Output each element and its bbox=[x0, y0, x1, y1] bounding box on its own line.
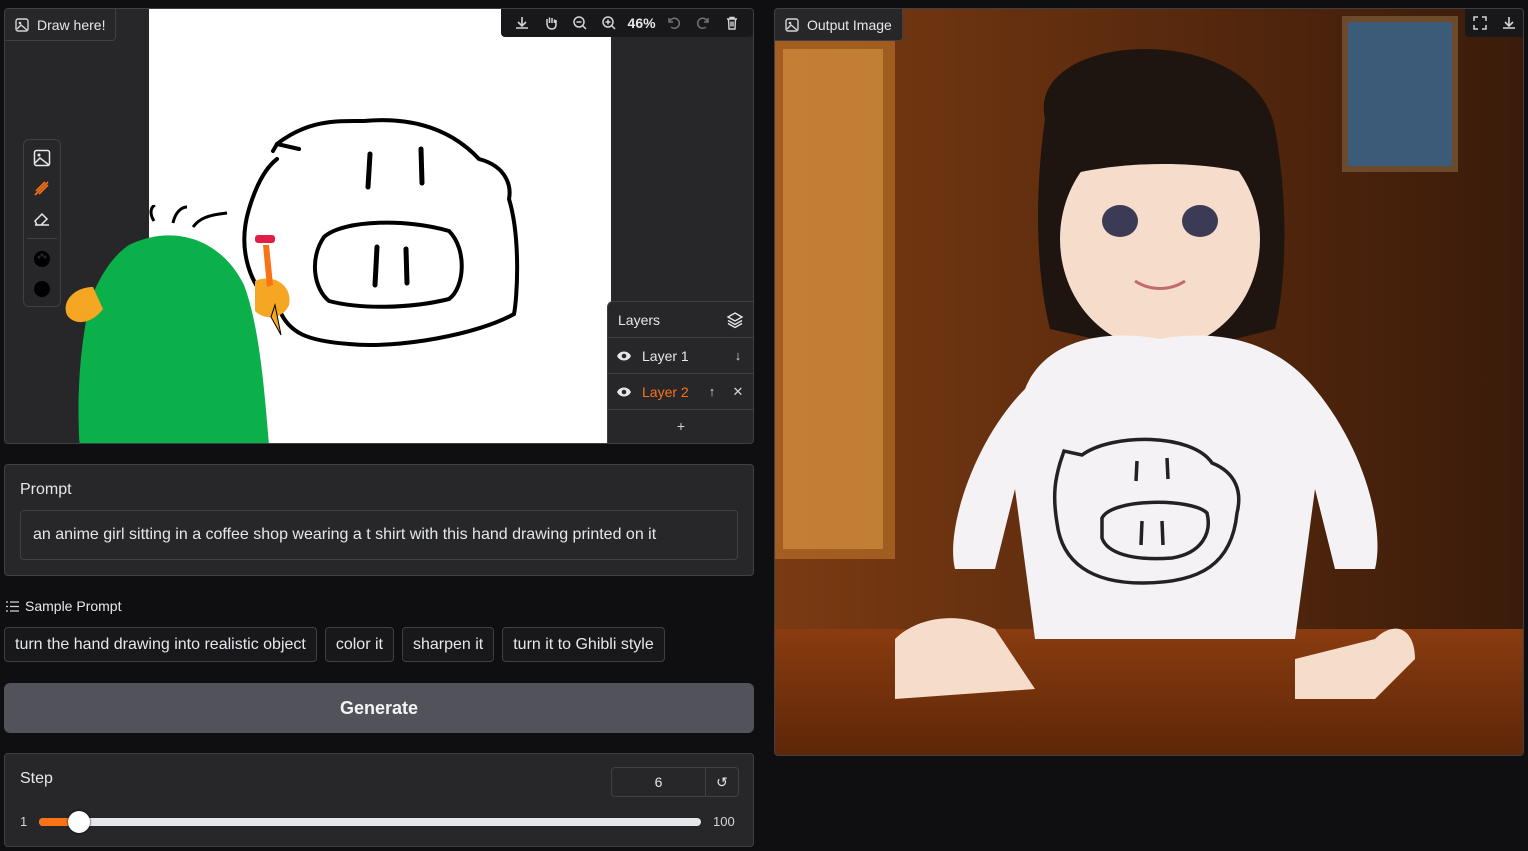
sketch-panel: Draw here! 46% Layers Layer 1 ↓ Layer 2 … bbox=[4, 8, 754, 444]
image-icon bbox=[15, 17, 29, 32]
prompt-text: an anime girl sitting in a coffee shop w… bbox=[33, 526, 657, 543]
sample-prompt-button[interactable]: color it bbox=[324, 627, 394, 662]
canvas-toolbar: 46% bbox=[501, 9, 753, 37]
sample-prompt-title: Sample Prompt bbox=[25, 598, 122, 614]
tool-divider bbox=[27, 238, 57, 239]
close-icon[interactable]: ✕ bbox=[730, 384, 746, 400]
layer-name: Layer 2 bbox=[642, 383, 689, 400]
zoom-out-icon[interactable] bbox=[569, 12, 591, 34]
output-label: Output Image bbox=[775, 9, 903, 41]
sample-prompt-button[interactable]: sharpen it bbox=[401, 627, 495, 662]
list-icon bbox=[6, 600, 19, 612]
step-number-input[interactable]: 6 ↺ bbox=[611, 767, 739, 797]
brush-size-icon[interactable] bbox=[29, 277, 55, 301]
add-layer-button[interactable]: + bbox=[608, 410, 753, 442]
layers-panel: Layers Layer 1 ↓ Layer 2 ↑ ✕ + bbox=[607, 301, 753, 443]
move-down-icon[interactable]: ↓ bbox=[730, 348, 746, 363]
sketch-label-text: Draw here! bbox=[37, 16, 106, 33]
sample-prompt-list: turn the hand drawing into realistic obj… bbox=[4, 627, 665, 662]
layers-title: Layers bbox=[618, 311, 661, 328]
step-slider-thumb[interactable] bbox=[68, 811, 90, 833]
step-panel: Step 6 ↺ 1 100 bbox=[4, 753, 754, 847]
eraser-tool-icon[interactable] bbox=[29, 206, 55, 230]
sketch-label: Draw here! bbox=[5, 9, 117, 41]
layers-header[interactable]: Layers bbox=[608, 302, 753, 338]
fullscreen-icon[interactable] bbox=[1469, 12, 1491, 34]
sample-prompt-button[interactable]: turn the hand drawing into realistic obj… bbox=[4, 627, 317, 662]
sample-prompt-button[interactable]: turn it to Ghibli style bbox=[502, 627, 665, 662]
step-label: Step bbox=[20, 770, 53, 787]
trash-icon[interactable] bbox=[721, 12, 743, 34]
output-label-text: Output Image bbox=[807, 16, 892, 33]
move-up-icon[interactable]: ↑ bbox=[704, 384, 720, 399]
tool-palette bbox=[23, 139, 61, 307]
step-slider[interactable] bbox=[39, 811, 701, 833]
output-panel: Output Image bbox=[774, 8, 1524, 756]
prompt-label: Prompt bbox=[20, 481, 72, 498]
layer-name: Layer 1 bbox=[642, 347, 689, 364]
step-min-label: 1 bbox=[20, 814, 28, 829]
color-palette-icon[interactable] bbox=[29, 247, 55, 271]
eye-icon[interactable] bbox=[616, 386, 632, 398]
image-tool-icon[interactable] bbox=[29, 146, 55, 170]
output-toolbar bbox=[1465, 9, 1523, 37]
zoom-level: 46% bbox=[627, 15, 656, 31]
prompt-input[interactable]: an anime girl sitting in a coffee shop w… bbox=[20, 510, 738, 560]
reset-icon[interactable]: ↺ bbox=[706, 768, 738, 796]
undo-icon[interactable] bbox=[663, 12, 685, 34]
redo-icon[interactable] bbox=[692, 12, 714, 34]
eye-icon[interactable] bbox=[616, 350, 632, 362]
step-max-label: 100 bbox=[713, 814, 735, 829]
brush-tool-icon[interactable] bbox=[29, 176, 55, 200]
download-icon[interactable] bbox=[1498, 12, 1520, 34]
prompt-panel: Prompt an anime girl sitting in a coffee… bbox=[4, 464, 754, 576]
layer-row-2[interactable]: Layer 2 ↑ ✕ bbox=[608, 374, 753, 410]
generate-button[interactable]: Generate bbox=[4, 683, 754, 733]
layer-row-1[interactable]: Layer 1 ↓ bbox=[608, 338, 753, 374]
green-character-drawing bbox=[65, 205, 290, 443]
sample-prompt-header: Sample Prompt bbox=[6, 598, 121, 614]
layers-stack-icon bbox=[726, 311, 744, 329]
output-image bbox=[775, 9, 1523, 755]
image-icon bbox=[785, 17, 799, 32]
step-value[interactable]: 6 bbox=[612, 768, 706, 796]
zoom-in-icon[interactable] bbox=[598, 12, 620, 34]
pan-hand-icon[interactable] bbox=[540, 12, 562, 34]
download-icon[interactable] bbox=[511, 12, 533, 34]
